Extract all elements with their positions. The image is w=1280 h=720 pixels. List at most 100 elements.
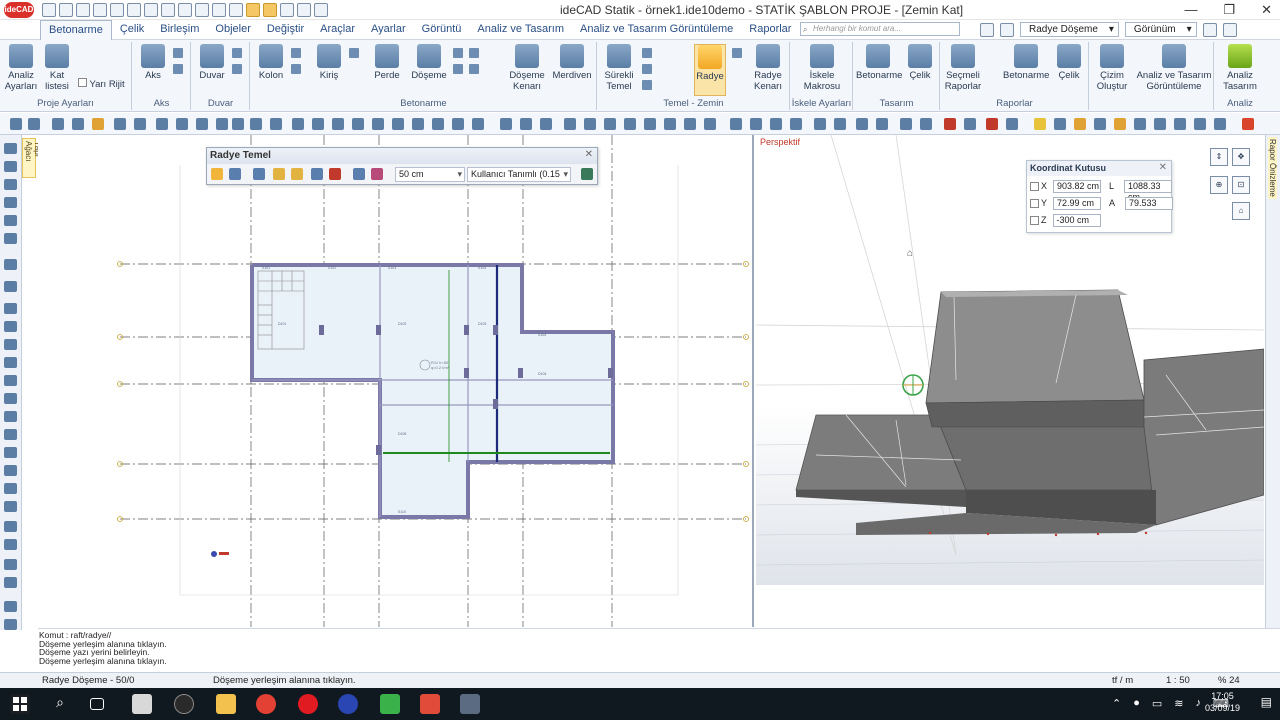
task-view-icon[interactable]: [90, 698, 104, 710]
maximize-icon[interactable]: ❐: [1223, 2, 1235, 18]
home-icon[interactable]: ⌂: [1232, 202, 1250, 220]
duvar-button[interactable]: Duvar: [196, 44, 228, 81]
command-search-input[interactable]: ⌕ Herhangi bir komut ara...: [800, 22, 960, 36]
wall-tool-icon[interactable]: [4, 339, 17, 350]
app-icon[interactable]: [338, 694, 358, 714]
extend-icon[interactable]: [312, 118, 324, 130]
status-zoom[interactable]: % 24: [1218, 673, 1240, 688]
select-tool-icon[interactable]: [4, 161, 17, 172]
tab-objeler[interactable]: Objeler: [207, 20, 258, 40]
check-icon[interactable]: [314, 3, 328, 17]
polyline-icon[interactable]: [432, 118, 444, 130]
ortho-icon[interactable]: [263, 3, 277, 17]
tab-goruntu[interactable]: Görüntü: [414, 20, 470, 40]
sun-icon[interactable]: [1114, 118, 1126, 130]
tasarim-celik-button[interactable]: Çelik: [904, 44, 936, 81]
command-select[interactable]: Radye Döşeme: [1020, 22, 1119, 37]
temel-small-icon[interactable]: [642, 80, 652, 90]
close-icon[interactable]: ✕: [585, 149, 593, 160]
structure-tree-tab[interactable]: Yapı Ağacı: [22, 138, 42, 178]
angle-field[interactable]: 79.533: [1125, 196, 1174, 210]
z-lock-checkbox[interactable]: [1030, 215, 1039, 225]
camtasia-icon[interactable]: [380, 694, 400, 714]
layout-icon[interactable]: [980, 22, 994, 37]
properties-icon[interactable]: [4, 197, 17, 208]
wire-icon[interactable]: [856, 118, 868, 130]
pan-nav-icon[interactable]: ✥: [1232, 148, 1250, 166]
kiris-button[interactable]: Kiriş: [313, 44, 345, 81]
wifi-icon[interactable]: ≋: [1174, 697, 1183, 710]
raft-copy-icon[interactable]: [353, 168, 365, 180]
duvar-small-icon[interactable]: [232, 64, 242, 74]
fit-nav-icon[interactable]: ⊡: [1232, 176, 1250, 194]
open-file-icon[interactable]: [59, 3, 73, 17]
tab-degistir[interactable]: Değiştir: [259, 20, 312, 40]
stair-tool-icon[interactable]: [4, 429, 17, 440]
undo-icon[interactable]: [127, 3, 141, 17]
rapor-betonarme-button[interactable]: Betonarme: [1003, 44, 1049, 81]
rotate-icon[interactable]: [196, 118, 208, 130]
offset-icon[interactable]: [332, 118, 344, 130]
idecad-taskbar-icon[interactable]: [460, 694, 480, 714]
window-icon[interactable]: [1000, 22, 1014, 37]
plan-view[interactable]: S101 S102 S103 S104 S105 D101 D102 D103 D104 D…: [38, 135, 754, 627]
secmeli-raporlar-button[interactable]: Seçmeli Raporlar: [943, 44, 983, 92]
chevron-up-icon[interactable]: ⌃: [1112, 697, 1121, 710]
window-tool-icon[interactable]: [4, 393, 17, 404]
length-field[interactable]: 1088.33 cm: [1124, 179, 1173, 202]
spline-icon[interactable]: [664, 118, 676, 130]
opening-icon[interactable]: [4, 357, 17, 368]
export-icon[interactable]: [1214, 118, 1226, 130]
line-tool-icon[interactable]: [4, 501, 17, 512]
shade-icon[interactable]: [876, 118, 888, 130]
layer-tool-icon[interactable]: [4, 179, 17, 190]
mirror-icon[interactable]: [216, 118, 228, 130]
edit-icon[interactable]: [4, 259, 17, 270]
zoom-out-icon[interactable]: [28, 118, 40, 130]
perde-button[interactable]: Perde: [371, 44, 403, 81]
raft-list-icon[interactable]: [273, 168, 285, 180]
save-as-icon[interactable]: [93, 3, 107, 17]
document-icon[interactable]: [4, 281, 17, 292]
merdiven-button[interactable]: Merdiven: [551, 44, 593, 81]
photos-icon[interactable]: [132, 694, 152, 714]
view-select[interactable]: Görünüm: [1124, 22, 1197, 37]
delete-icon[interactable]: [986, 118, 998, 130]
search-icon[interactable]: ⌕: [50, 694, 70, 714]
erase-icon[interactable]: [134, 118, 146, 130]
status-scale[interactable]: 1 : 50: [1166, 673, 1190, 688]
block-icon[interactable]: [684, 118, 696, 130]
orbit-nav-icon[interactable]: ⇕: [1210, 148, 1228, 166]
raft-grid-icon[interactable]: [311, 168, 323, 180]
tab-birlesim[interactable]: Birleşim: [152, 20, 207, 40]
plan-drawing[interactable]: S101 S102 S103 S104 S105 D101 D102 D103 D104 D…: [38, 135, 754, 627]
surekli-temel-button[interactable]: Sürekli Temel: [602, 44, 636, 92]
trim-icon[interactable]: [292, 118, 304, 130]
list-icon[interactable]: [4, 303, 17, 314]
beam-tool-icon[interactable]: [4, 321, 17, 332]
pan-icon[interactable]: [52, 118, 64, 130]
new-file-icon[interactable]: [42, 3, 56, 17]
analiz-ayarlari-button[interactable]: Analiz Ayarları: [4, 44, 38, 92]
view-side-icon[interactable]: [790, 118, 802, 130]
doseme-small-icon[interactable]: [453, 48, 463, 58]
microphone-icon[interactable]: ●: [1133, 697, 1140, 710]
xbox-icon[interactable]: [174, 694, 194, 714]
section-icon[interactable]: [814, 118, 826, 130]
tab-celik[interactable]: Çelik: [112, 20, 152, 40]
storey-icon[interactable]: [4, 233, 17, 244]
move-icon[interactable]: [297, 3, 311, 17]
chrome-icon[interactable]: [256, 694, 276, 714]
pipe-icon[interactable]: [4, 559, 17, 570]
status-units[interactable]: tf / m: [1112, 673, 1133, 688]
text-icon[interactable]: [114, 118, 126, 130]
raft-slab[interactable]: [252, 265, 613, 517]
room-icon[interactable]: [4, 411, 17, 422]
section-tool-icon[interactable]: [4, 539, 17, 550]
fillet-icon[interactable]: [352, 118, 364, 130]
report-preview-tab[interactable]: Rapor Önizleme: [1265, 135, 1280, 630]
battery-icon[interactable]: ▭: [1152, 697, 1162, 710]
zoom-in-icon[interactable]: [10, 118, 22, 130]
camera-icon[interactable]: [1054, 118, 1066, 130]
layer-tool-icon[interactable]: [704, 118, 716, 130]
